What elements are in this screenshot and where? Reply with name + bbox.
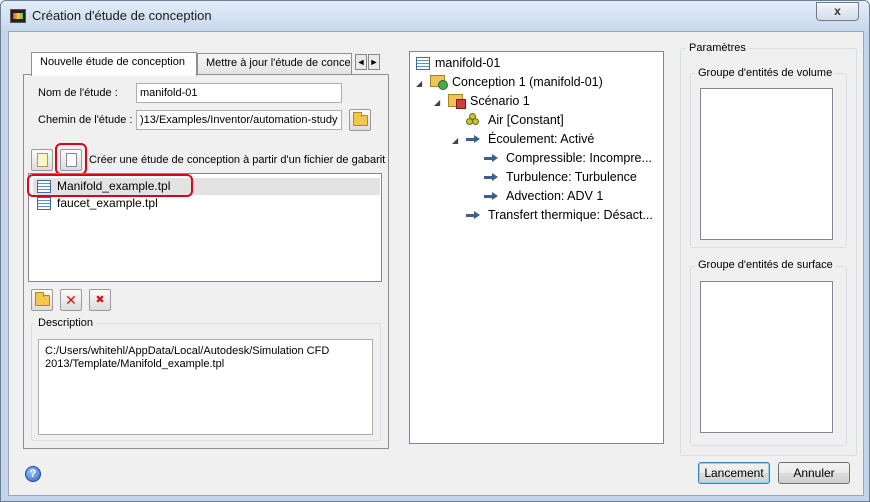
remove-list-icon: ✖ xyxy=(95,294,105,306)
tab-scroll-right-button[interactable]: ► xyxy=(368,54,380,70)
heat-arrow-icon xyxy=(466,210,480,220)
delete-template-button[interactable]: ✕ xyxy=(60,289,82,311)
app-icon xyxy=(10,9,26,23)
template-name: faucet_example.tpl xyxy=(57,196,158,210)
highlight-selected-template xyxy=(27,174,193,197)
tree-node-design[interactable]: Conception 1 (manifold-01) xyxy=(452,75,603,89)
property-arrow-icon xyxy=(484,191,498,201)
delete-icon: ✕ xyxy=(65,292,77,308)
tab-update-study[interactable]: Mettre à jour l'étude de conce xyxy=(197,53,352,74)
window-title: Création d'étude de conception xyxy=(32,8,212,23)
study-name-input[interactable]: manifold-01 xyxy=(136,83,342,103)
study-icon xyxy=(416,57,430,70)
description-text: C:/Users/whitehl/AppData/Local/Autodesk/… xyxy=(38,339,373,435)
open-template-button[interactable] xyxy=(31,289,53,311)
parameters-title: Paramètres xyxy=(686,42,749,54)
list-item[interactable]: faucet_example.tpl xyxy=(33,195,380,212)
dialog-window: Création d'étude de conception x Nouvell… xyxy=(0,0,870,502)
tree-node-root[interactable]: manifold-01 xyxy=(435,56,500,70)
volume-group-title: Groupe d'entités de volume xyxy=(695,67,836,79)
cancel-button[interactable]: Annuler xyxy=(778,462,850,484)
browse-folder-button[interactable] xyxy=(349,109,371,131)
tab-scroll-left-button[interactable]: ◄ xyxy=(355,54,367,70)
tab-new-study[interactable]: Nouvelle étude de conception xyxy=(31,52,197,76)
close-button[interactable]: x xyxy=(816,2,859,21)
property-arrow-icon xyxy=(484,172,498,182)
description-title: Description xyxy=(35,317,97,329)
template-caption: Créer une étude de conception à partir d… xyxy=(89,154,386,166)
scenario-icon xyxy=(448,94,466,109)
launch-button[interactable]: Lancement xyxy=(698,462,770,484)
tree-node-flow[interactable]: Écoulement: Activé xyxy=(488,132,594,146)
open-folder-icon xyxy=(353,112,368,126)
open-folder-icon xyxy=(35,292,50,306)
tree-node-compressible[interactable]: Compressible: Incompre... xyxy=(506,151,652,165)
collapse-icon[interactable]: ◢ xyxy=(416,79,422,88)
collapse-icon[interactable]: ◢ xyxy=(434,98,440,107)
tree-node-material[interactable]: Air [Constant] xyxy=(488,113,564,127)
volume-entity-list[interactable] xyxy=(700,88,833,240)
new-study-button[interactable] xyxy=(31,149,53,171)
highlight-template-button xyxy=(55,143,87,175)
property-arrow-icon xyxy=(484,153,498,163)
study-path-input[interactable]: )13/Examples/Inventor/automation-study xyxy=(136,110,342,130)
tree-node-scenario[interactable]: Scénario 1 xyxy=(470,94,530,108)
study-path-label: Chemin de l'étude : xyxy=(38,114,133,126)
surface-entity-list[interactable] xyxy=(700,281,833,433)
flow-arrow-icon xyxy=(466,134,480,144)
surface-group-title: Groupe d'entités de surface xyxy=(695,259,836,271)
tree-node-turbulence[interactable]: Turbulence: Turbulence xyxy=(506,170,637,184)
study-tree[interactable]: manifold-01 ◢ Conception 1 (manifold-01)… xyxy=(409,51,664,444)
tree-node-heat-transfer[interactable]: Transfert thermique: Désact... xyxy=(488,208,653,222)
design-icon xyxy=(430,75,448,90)
remove-template-button[interactable]: ✖ xyxy=(89,289,111,311)
title-bar: Création d'étude de conception x xyxy=(1,1,869,31)
collapse-icon[interactable]: ◢ xyxy=(452,136,458,145)
material-icon xyxy=(466,113,481,126)
blank-page-icon xyxy=(37,153,48,167)
study-name-label: Nom de l'étude : xyxy=(38,87,118,99)
template-file-icon xyxy=(37,197,51,210)
tree-node-advection[interactable]: Advection: ADV 1 xyxy=(506,189,603,203)
help-icon[interactable]: ? xyxy=(25,466,41,482)
